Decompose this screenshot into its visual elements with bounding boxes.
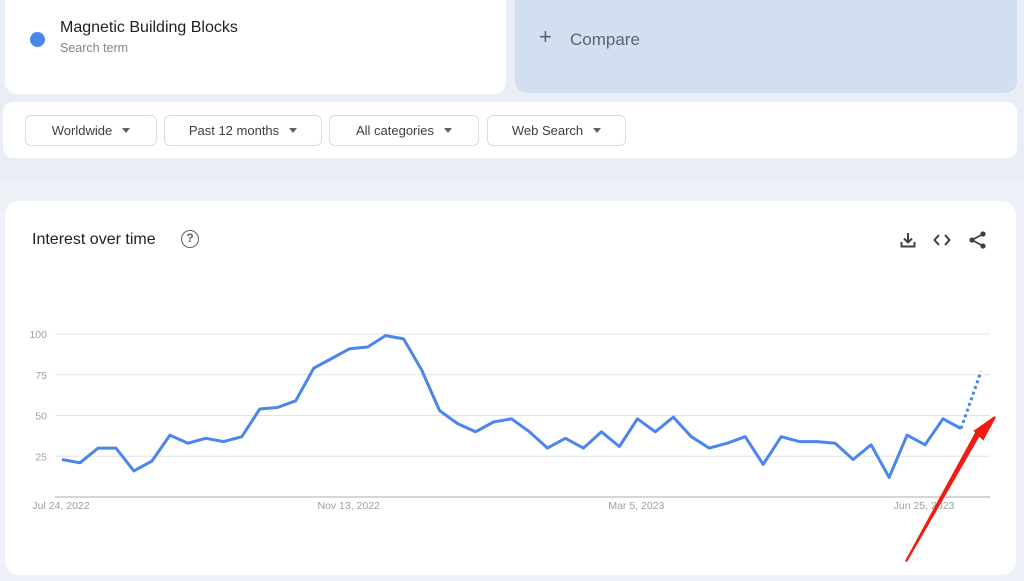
x-tick-label: Jun 25, 2023 (894, 500, 955, 512)
annotation-arrow-shaft (905, 429, 982, 562)
x-tick-label: Jul 24, 2022 (32, 500, 89, 512)
x-tick-label: Mar 5, 2023 (608, 500, 664, 512)
y-tick-label: 50 (35, 411, 47, 423)
y-tick-label: 75 (35, 370, 47, 382)
partial-data-line (959, 370, 983, 430)
line-chart: 25 50 75 100 Jul 24, 2022 Nov 13, 2022 Mar 5,… (29, 329, 996, 562)
y-tick-label: 100 (29, 329, 47, 341)
y-tick-label: 25 (35, 451, 47, 463)
x-tick-label: Nov 13, 2022 (317, 500, 380, 512)
